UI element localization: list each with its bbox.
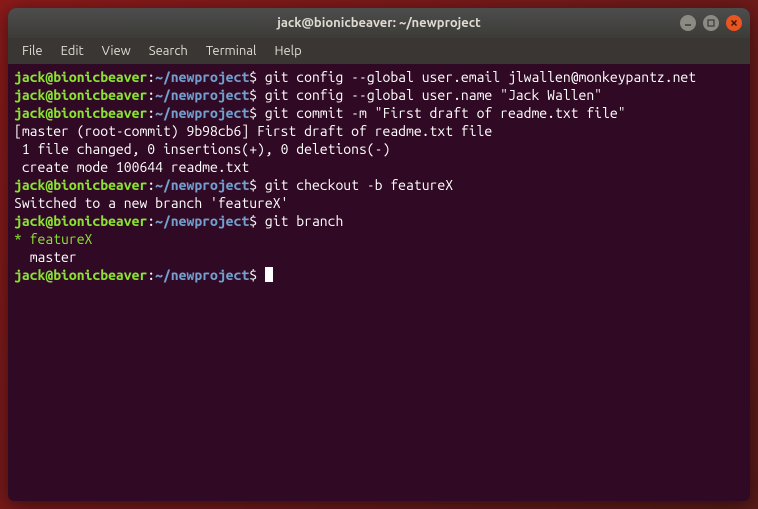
menu-file[interactable]: File	[14, 41, 51, 61]
prompt-symbol: $	[249, 177, 257, 193]
prompt-symbol: $	[249, 87, 257, 103]
prompt-separator: :	[147, 105, 155, 121]
prompt-path: ~/newproject	[155, 213, 249, 229]
prompt-path: ~/newproject	[155, 177, 249, 193]
command-text: git config --global user.email jlwallen@…	[265, 69, 696, 85]
prompt-user-host: jack@bionicbeaver	[14, 177, 147, 193]
titlebar[interactable]: jack@bionicbeaver: ~/newproject	[8, 8, 750, 38]
terminal-line: jack@bionicbeaver:~/newproject$ git comm…	[14, 104, 744, 122]
close-button[interactable]	[726, 15, 742, 31]
prompt-user-host: jack@bionicbeaver	[14, 213, 147, 229]
terminal-line: create mode 100644 readme.txt	[14, 158, 744, 176]
prompt-user-host: jack@bionicbeaver	[14, 69, 147, 85]
terminal-line: jack@bionicbeaver:~/newproject$ git bran…	[14, 212, 744, 230]
window-controls	[680, 15, 742, 31]
command-text: git commit -m "First draft of readme.txt…	[265, 105, 626, 121]
terminal-line: Switched to a new branch 'featureX'	[14, 194, 744, 212]
command-text: git checkout -b featureX	[265, 177, 453, 193]
prompt-path: ~/newproject	[155, 267, 249, 283]
terminal-line: jack@bionicbeaver:~/newproject$	[14, 266, 744, 284]
minimize-icon	[684, 19, 692, 27]
close-icon	[730, 19, 738, 27]
prompt-symbol: $	[249, 69, 257, 85]
maximize-icon	[707, 19, 715, 27]
terminal-output[interactable]: jack@bionicbeaver:~/newproject$ git conf…	[8, 64, 750, 288]
prompt-path: ~/newproject	[155, 69, 249, 85]
command-text: git config --global user.name "Jack Wall…	[265, 87, 602, 103]
prompt-separator: :	[147, 87, 155, 103]
terminal-line: [master (root-commit) 9b98cb6] First dra…	[14, 122, 744, 140]
prompt-symbol: $	[249, 105, 257, 121]
menu-search[interactable]: Search	[141, 41, 196, 61]
menu-help[interactable]: Help	[266, 41, 309, 61]
prompt-symbol: $	[249, 213, 257, 229]
current-branch: * featureX	[14, 231, 92, 247]
prompt-separator: :	[147, 177, 155, 193]
prompt-separator: :	[147, 267, 155, 283]
terminal-line: jack@bionicbeaver:~/newproject$ git conf…	[14, 86, 744, 104]
prompt-separator: :	[147, 213, 155, 229]
terminal-line: jack@bionicbeaver:~/newproject$ git conf…	[14, 68, 744, 86]
cursor	[265, 267, 273, 282]
prompt-user-host: jack@bionicbeaver	[14, 105, 147, 121]
prompt-symbol: $	[249, 267, 257, 283]
menu-terminal[interactable]: Terminal	[198, 41, 265, 61]
prompt-path: ~/newproject	[155, 87, 249, 103]
window-title: jack@bionicbeaver: ~/newproject	[277, 16, 480, 30]
maximize-button[interactable]	[703, 15, 719, 31]
terminal-line: * featureX	[14, 230, 744, 248]
terminal-line: jack@bionicbeaver:~/newproject$ git chec…	[14, 176, 744, 194]
terminal-line: master	[14, 248, 744, 266]
terminal-window: jack@bionicbeaver: ~/newproject File Edi…	[8, 8, 750, 501]
minimize-button[interactable]	[680, 15, 696, 31]
prompt-path: ~/newproject	[155, 105, 249, 121]
menubar: File Edit View Search Terminal Help	[8, 38, 750, 64]
command-text: git branch	[265, 213, 343, 229]
menu-view[interactable]: View	[94, 41, 139, 61]
prompt-separator: :	[147, 69, 155, 85]
prompt-user-host: jack@bionicbeaver	[14, 87, 147, 103]
menu-edit[interactable]: Edit	[53, 41, 92, 61]
prompt-user-host: jack@bionicbeaver	[14, 267, 147, 283]
terminal-line: 1 file changed, 0 insertions(+), 0 delet…	[14, 140, 744, 158]
